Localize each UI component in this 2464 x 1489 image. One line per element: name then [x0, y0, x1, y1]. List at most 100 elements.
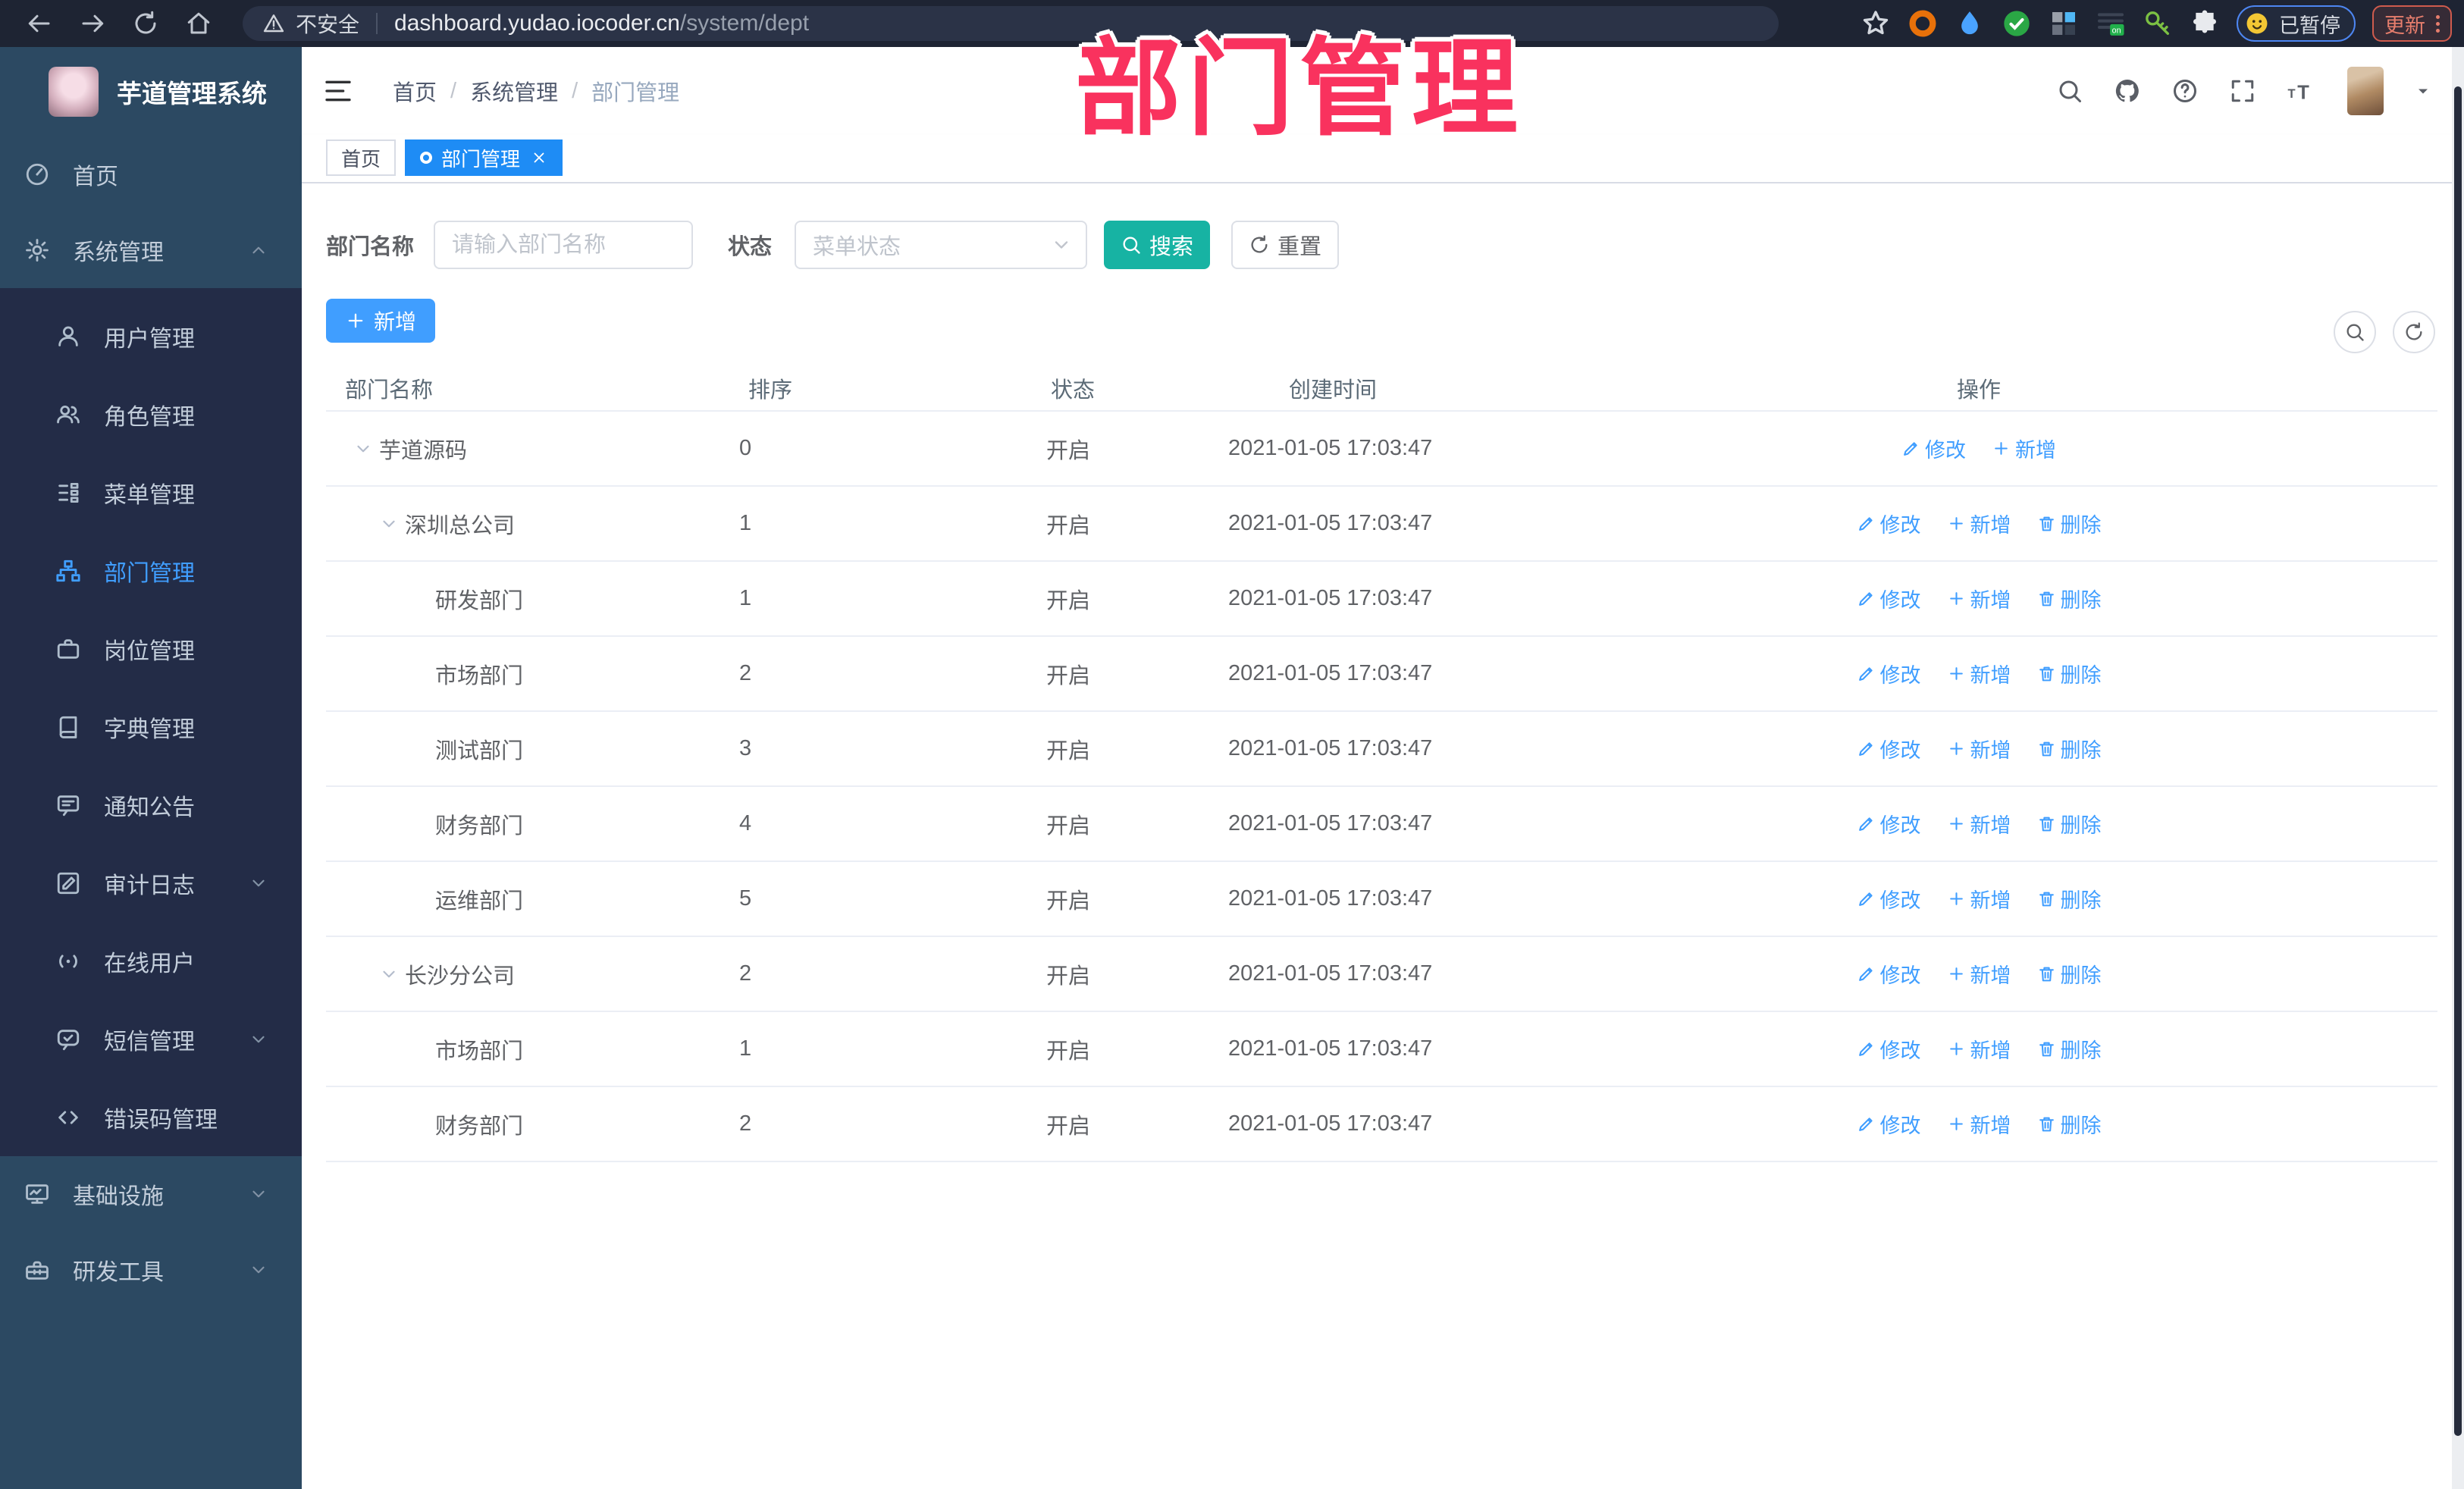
- scrollbar-thumb[interactable]: [2454, 86, 2462, 1436]
- time-cell: 2021-01-05 17:03:47: [1228, 1036, 1433, 1061]
- tab-1[interactable]: 部门管理: [405, 139, 563, 176]
- edit-action-link[interactable]: 修改: [1901, 434, 1966, 463]
- add-action-link[interactable]: 新增: [1947, 959, 2011, 989]
- refresh-table-button[interactable]: [2393, 311, 2435, 353]
- add-action-link[interactable]: 新增: [1947, 884, 2011, 914]
- paused-extension-button[interactable]: 已暂停: [2237, 5, 2356, 42]
- sidebar-item-8[interactable]: 通知公告: [0, 766, 302, 844]
- search-button[interactable]: 搜索: [1104, 221, 1211, 269]
- add-action-link[interactable]: 新增: [1947, 1034, 2011, 1064]
- header-search-icon[interactable]: [2056, 77, 2083, 105]
- tab-0[interactable]: 首页: [326, 139, 397, 176]
- sidebar-item-2[interactable]: 用户管理: [0, 297, 302, 375]
- sidebar-item-9[interactable]: 审计日志: [0, 844, 302, 922]
- delete-action-link[interactable]: 删除: [2037, 509, 2102, 538]
- status-select[interactable]: 菜单状态: [795, 221, 1088, 269]
- edit-action-link[interactable]: 修改: [1857, 809, 1921, 839]
- expand-chevron-icon[interactable]: [379, 964, 399, 984]
- edit-icon: [1857, 1039, 1876, 1058]
- sidebar-item-10[interactable]: 在线用户: [0, 922, 302, 1000]
- bookmark-star-icon[interactable]: [1861, 8, 1891, 39]
- font-size-icon[interactable]: TT: [2287, 77, 2314, 105]
- puzzle-icon[interactable]: [2190, 8, 2220, 39]
- edit-icon: [1857, 739, 1876, 758]
- sidebar-item-13[interactable]: 基础设施: [0, 1156, 302, 1232]
- add-action-link[interactable]: 新增: [1947, 734, 2011, 763]
- orange-ring-icon[interactable]: [1908, 8, 1938, 39]
- sidebar-item-label: 用户管理: [104, 326, 195, 352]
- sidebar: 芋道管理系统 首页 系统管理用户管理角色管理菜单管理 部门管理 岗位管理 字典管理 通知公…: [0, 47, 302, 1489]
- browser-update-button[interactable]: 更新: [2372, 5, 2452, 42]
- key-icon[interactable]: [2143, 8, 2173, 39]
- delete-action-link[interactable]: 删除: [2037, 584, 2102, 613]
- delete-action-link[interactable]: 删除: [2037, 884, 2102, 914]
- dept-name: 研发部门: [435, 588, 524, 613]
- avatar-dropdown-icon[interactable]: [2414, 82, 2432, 100]
- status-cell: 开启: [1046, 889, 1091, 914]
- grid-icon[interactable]: [2049, 8, 2079, 39]
- fullscreen-icon[interactable]: [2229, 77, 2256, 105]
- add-action-link[interactable]: 新增: [1947, 1109, 2011, 1139]
- add-action-link[interactable]: 新增: [1947, 584, 2011, 613]
- edit-action-link[interactable]: 修改: [1857, 659, 1921, 688]
- user-avatar[interactable]: [2347, 67, 2384, 115]
- dept-name-cell: 市场部门: [326, 1033, 739, 1065]
- edit-action-link[interactable]: 修改: [1857, 959, 1921, 989]
- expand-chevron-icon[interactable]: [379, 514, 399, 534]
- address-bar[interactable]: 不安全 dashboard.yudao.iocoder.cn/system/de…: [243, 6, 1779, 41]
- page-scrollbar[interactable]: [2452, 47, 2464, 1489]
- sidebar-item-5[interactable]: 部门管理: [0, 531, 302, 610]
- delete-action-link[interactable]: 删除: [2037, 1034, 2102, 1064]
- sidebar-item-6[interactable]: 岗位管理: [0, 610, 302, 688]
- sidebar-item-1[interactable]: 系统管理: [0, 212, 302, 288]
- navbar-right: TT: [2056, 67, 2432, 115]
- expand-chevron-icon[interactable]: [353, 439, 373, 459]
- add-action-link[interactable]: 新增: [1947, 809, 2011, 839]
- add-button[interactable]: 新增: [326, 299, 435, 343]
- plus-icon: [1947, 1039, 1966, 1058]
- delete-action-link[interactable]: 删除: [2037, 959, 2102, 989]
- edit-action-link[interactable]: 修改: [1857, 584, 1921, 613]
- add-action-link[interactable]: 新增: [1947, 659, 2011, 688]
- status-label: 状态: [728, 235, 773, 259]
- breadcrumb-item[interactable]: 系统管理: [470, 75, 558, 107]
- sidebar-item-11[interactable]: 短信管理: [0, 1000, 302, 1078]
- breadcrumb-item[interactable]: 首页: [393, 75, 437, 107]
- status-cell: 开启: [1046, 513, 1091, 538]
- blue-drop-icon[interactable]: [1955, 8, 1985, 39]
- back-arrow-icon[interactable]: [26, 10, 53, 37]
- sidebar-logo-row[interactable]: 芋道管理系统: [0, 47, 302, 136]
- list-on-icon[interactable]: on: [2096, 8, 2126, 39]
- sidebar-item-4[interactable]: 菜单管理: [0, 453, 302, 531]
- hamburger-icon[interactable]: [323, 76, 353, 106]
- reload-icon[interactable]: [132, 10, 159, 37]
- delete-action-link[interactable]: 删除: [2037, 659, 2102, 688]
- green-check-icon[interactable]: [2002, 8, 2032, 39]
- help-icon[interactable]: [2171, 77, 2199, 105]
- edit-action-link[interactable]: 修改: [1857, 509, 1921, 538]
- delete-action-link[interactable]: 删除: [2037, 1109, 2102, 1139]
- sidebar-item-14[interactable]: 研发工具: [0, 1232, 302, 1308]
- edit-action-link[interactable]: 修改: [1857, 734, 1921, 763]
- close-icon[interactable]: [531, 149, 547, 166]
- add-action-link[interactable]: 新增: [1947, 509, 2011, 538]
- sidebar-item-0[interactable]: 首页: [0, 136, 302, 212]
- forward-arrow-icon[interactable]: [79, 10, 106, 37]
- add-action-link[interactable]: 新增: [1992, 434, 2056, 463]
- edit-action-link[interactable]: 修改: [1857, 1034, 1921, 1064]
- show-search-button[interactable]: [2334, 311, 2376, 353]
- delete-action-link[interactable]: 删除: [2037, 809, 2102, 839]
- dept-name-input[interactable]: [434, 221, 694, 269]
- browser-menu-icon[interactable]: [2436, 14, 2440, 33]
- sidebar-item-12[interactable]: 错误码管理: [0, 1078, 302, 1156]
- home-icon[interactable]: [185, 10, 212, 37]
- delete-action-link[interactable]: 删除: [2037, 734, 2102, 763]
- edit-action-link[interactable]: 修改: [1857, 1109, 1921, 1139]
- github-icon[interactable]: [2114, 77, 2141, 105]
- reset-button[interactable]: 重置: [1231, 221, 1340, 269]
- time-cell: 2021-01-05 17:03:47: [1228, 811, 1433, 835]
- sidebar-item-7[interactable]: 字典管理: [0, 688, 302, 766]
- edit-action-link[interactable]: 修改: [1857, 884, 1921, 914]
- sidebar-item-label: 角色管理: [104, 404, 195, 430]
- sidebar-item-3[interactable]: 角色管理: [0, 375, 302, 453]
